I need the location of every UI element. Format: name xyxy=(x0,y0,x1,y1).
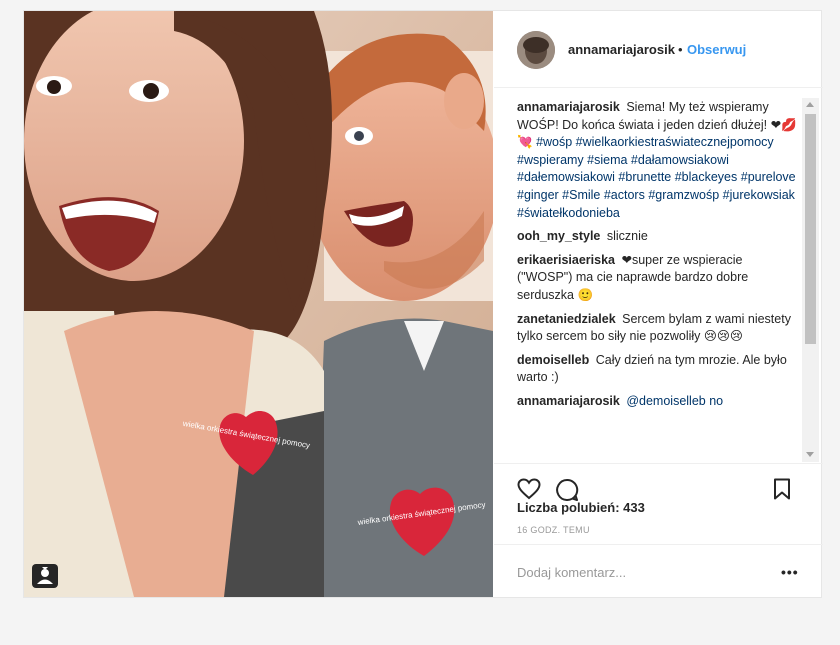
comment-item: demoiselleb Cały dzień na tym mrozie. Al… xyxy=(517,352,799,387)
caption-hashtags[interactable]: #wośp #wielkaorkiestraświatecznejpomocy … xyxy=(517,135,796,219)
likes-count[interactable]: Liczba polubień: 433 xyxy=(517,500,645,515)
post-card: wielka orkiestra świątecznej pomocy wiel… xyxy=(23,10,823,598)
scroll-up-arrow-icon[interactable] xyxy=(806,102,814,107)
more-options-button[interactable]: ••• xyxy=(781,565,799,579)
comment-item: ooh_my_style slicznie xyxy=(517,228,799,246)
comment-author[interactable]: erikaerisiaeriska xyxy=(517,253,615,267)
post-timestamp[interactable]: 16 GODZ. TEMU xyxy=(517,525,590,535)
post-photo[interactable]: wielka orkiestra świątecznej pomocy wiel… xyxy=(24,11,493,597)
comment-text[interactable]: @demoiselleb no xyxy=(626,394,723,408)
comment-author[interactable]: demoiselleb xyxy=(517,353,589,367)
caption: annamariajarosik Siema! My też wspieramy… xyxy=(517,99,799,222)
comment-author[interactable]: ooh_my_style xyxy=(517,229,600,243)
comment-item: erikaerisiaeriska ❤super ze wspieracie (… xyxy=(517,252,799,305)
caption-author[interactable]: annamariajarosik xyxy=(517,100,620,114)
post-header: annamariajarosik • Obserwuj xyxy=(494,11,823,88)
add-comment-section: ••• xyxy=(494,544,823,597)
scroll-thumb[interactable] xyxy=(805,114,816,344)
avatar[interactable] xyxy=(517,31,555,69)
comment-author[interactable]: zanetaniedzialek xyxy=(517,312,616,326)
selfie-image: wielka orkiestra świątecznej pomocy wiel… xyxy=(24,11,493,597)
scroll-down-arrow-icon[interactable] xyxy=(806,452,814,457)
username-link[interactable]: annamariajarosik xyxy=(568,42,675,57)
comments-scrollbar[interactable] xyxy=(802,98,819,462)
comment-author[interactable]: annamariajarosik xyxy=(517,394,620,408)
comments-list: annamariajarosik Siema! My też wspieramy… xyxy=(517,99,799,461)
bookmark-icon[interactable] xyxy=(772,478,792,505)
user-tag-icon[interactable] xyxy=(32,564,58,588)
post-actions xyxy=(494,463,823,503)
comment-text: slicznie xyxy=(606,229,648,244)
follow-button[interactable]: Obserwuj xyxy=(687,42,746,57)
separator-dot: • xyxy=(678,42,683,57)
comment-input[interactable] xyxy=(517,562,757,582)
comment-item: annamariajarosik @demoiselleb no xyxy=(517,393,799,411)
comment-item: zanetaniedzialek Sercem bylam z wami nie… xyxy=(517,311,799,346)
post-sidebar: annamariajarosik • Obserwuj annamariajar… xyxy=(494,11,823,597)
